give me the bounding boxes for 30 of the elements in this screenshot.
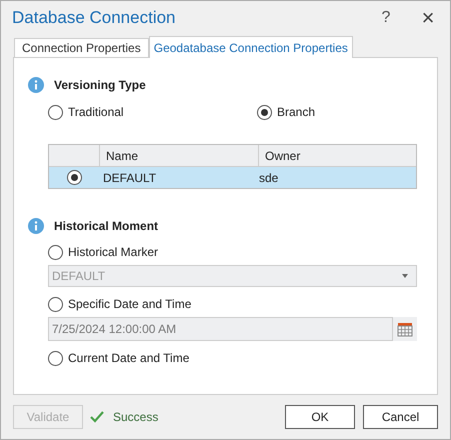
close-button[interactable]: ×: [416, 7, 440, 29]
tab[interactable]: Connection Properties: [14, 38, 149, 57]
status-text: Success: [113, 409, 160, 426]
calendar-button[interactable]: [393, 317, 417, 341]
calendar-icon: [397, 321, 413, 337]
radio-button[interactable]: [257, 104, 272, 120]
radio-button[interactable]: [48, 350, 63, 366]
info-icon: [28, 77, 44, 93]
section-title: Versioning Type: [54, 77, 146, 94]
radio-label: Branch: [277, 104, 316, 121]
table-cell-text: DEFAULT: [102, 170, 158, 186]
window-title: Database Connection: [12, 7, 177, 30]
help-button[interactable]: ?: [374, 6, 398, 30]
radio-label: Current Date and Time: [68, 350, 190, 367]
dropdown-arrow-icon: [402, 274, 408, 278]
check-icon: [90, 411, 104, 423]
section-title: Historical Moment: [54, 218, 158, 235]
radio-label: Historical Marker: [68, 244, 158, 261]
column-header: Owner: [264, 148, 302, 164]
radio-button[interactable]: [48, 104, 63, 120]
table-row[interactable]: DEFAULT sde: [49, 167, 416, 188]
dialog-button[interactable]: Cancel: [363, 405, 438, 429]
radio-label: Traditional: [68, 104, 124, 121]
dialog-button[interactable]: OK: [285, 405, 355, 429]
column-header: Name: [100, 145, 259, 166]
tab[interactable]: Geodatabase Connection Properties: [148, 36, 353, 58]
table-cell-text: sde: [259, 170, 280, 186]
info-icon: [28, 218, 44, 234]
radio-button[interactable]: [67, 170, 82, 185]
radio-label: Specific Date and Time: [68, 296, 192, 313]
